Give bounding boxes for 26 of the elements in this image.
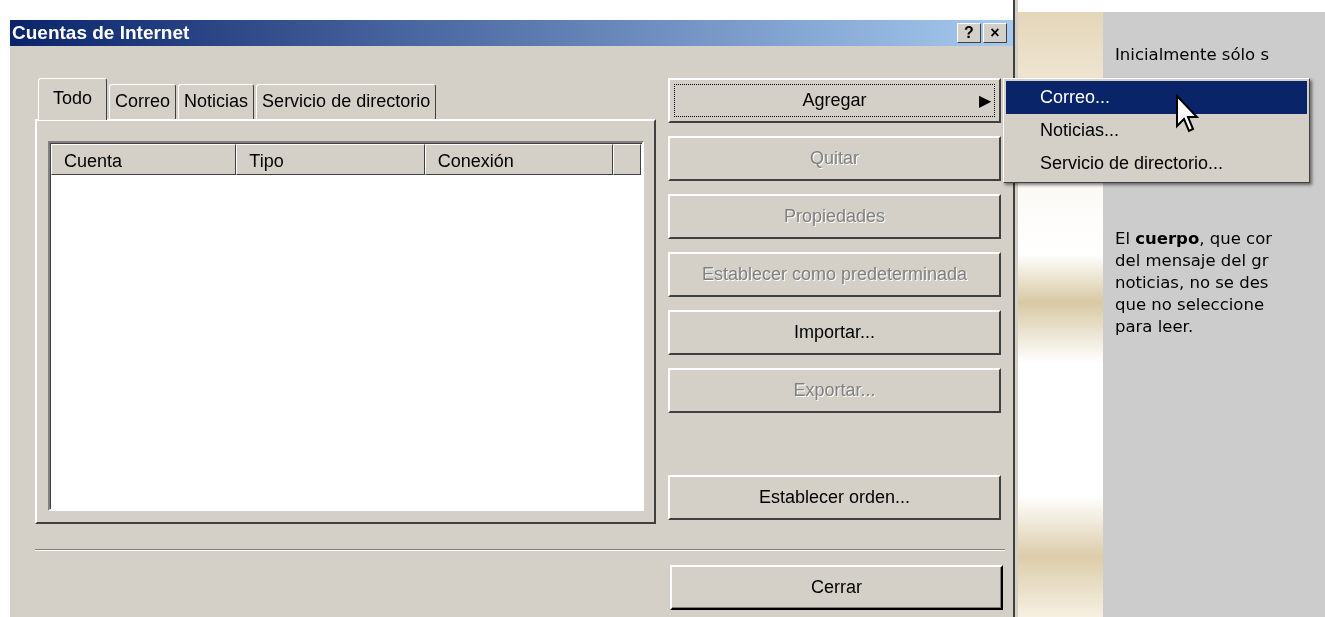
tab[interactable]: Noticias (178, 84, 255, 119)
menu-item[interactable]: Correo... (1006, 81, 1307, 114)
submenu-arrow-icon: ▶ (979, 89, 991, 113)
close-button[interactable]: × (983, 23, 1007, 43)
menu-item[interactable]: Noticias... (1006, 114, 1307, 147)
mouse-pointer-icon (1175, 94, 1199, 134)
tab[interactable]: Todo (38, 78, 108, 120)
text-line: Inicialmente sólo s (1115, 44, 1271, 66)
text-line: que no seleccione (1115, 294, 1266, 316)
menu-item[interactable]: Servicio de directorio... (1006, 147, 1307, 180)
dialog-button[interactable]: Agregar ▶ (668, 78, 1001, 123)
text-line: del mensaje del gr (1115, 250, 1270, 272)
help-button[interactable]: ? (957, 23, 981, 43)
text-line: El cuerpo, que cor (1115, 228, 1274, 250)
window-title: Cuentas de Internet (12, 20, 191, 45)
text-line: noticias, no se des (1115, 272, 1270, 294)
dialog-button[interactable]: Establecer orden... (668, 475, 1001, 520)
column-header[interactable]: Tipo (236, 144, 425, 175)
dialog-button[interactable]: Importar... (668, 310, 1001, 355)
text-line: para leer. (1115, 316, 1195, 338)
tab[interactable]: Servicio de directorio (256, 84, 437, 119)
tab[interactable]: Correo (109, 84, 177, 119)
close-dialog-button[interactable]: Cerrar (670, 565, 1003, 610)
column-header[interactable]: Conexión (424, 144, 613, 175)
column-header[interactable]: Cuenta (51, 144, 237, 175)
header-filler (613, 144, 641, 175)
